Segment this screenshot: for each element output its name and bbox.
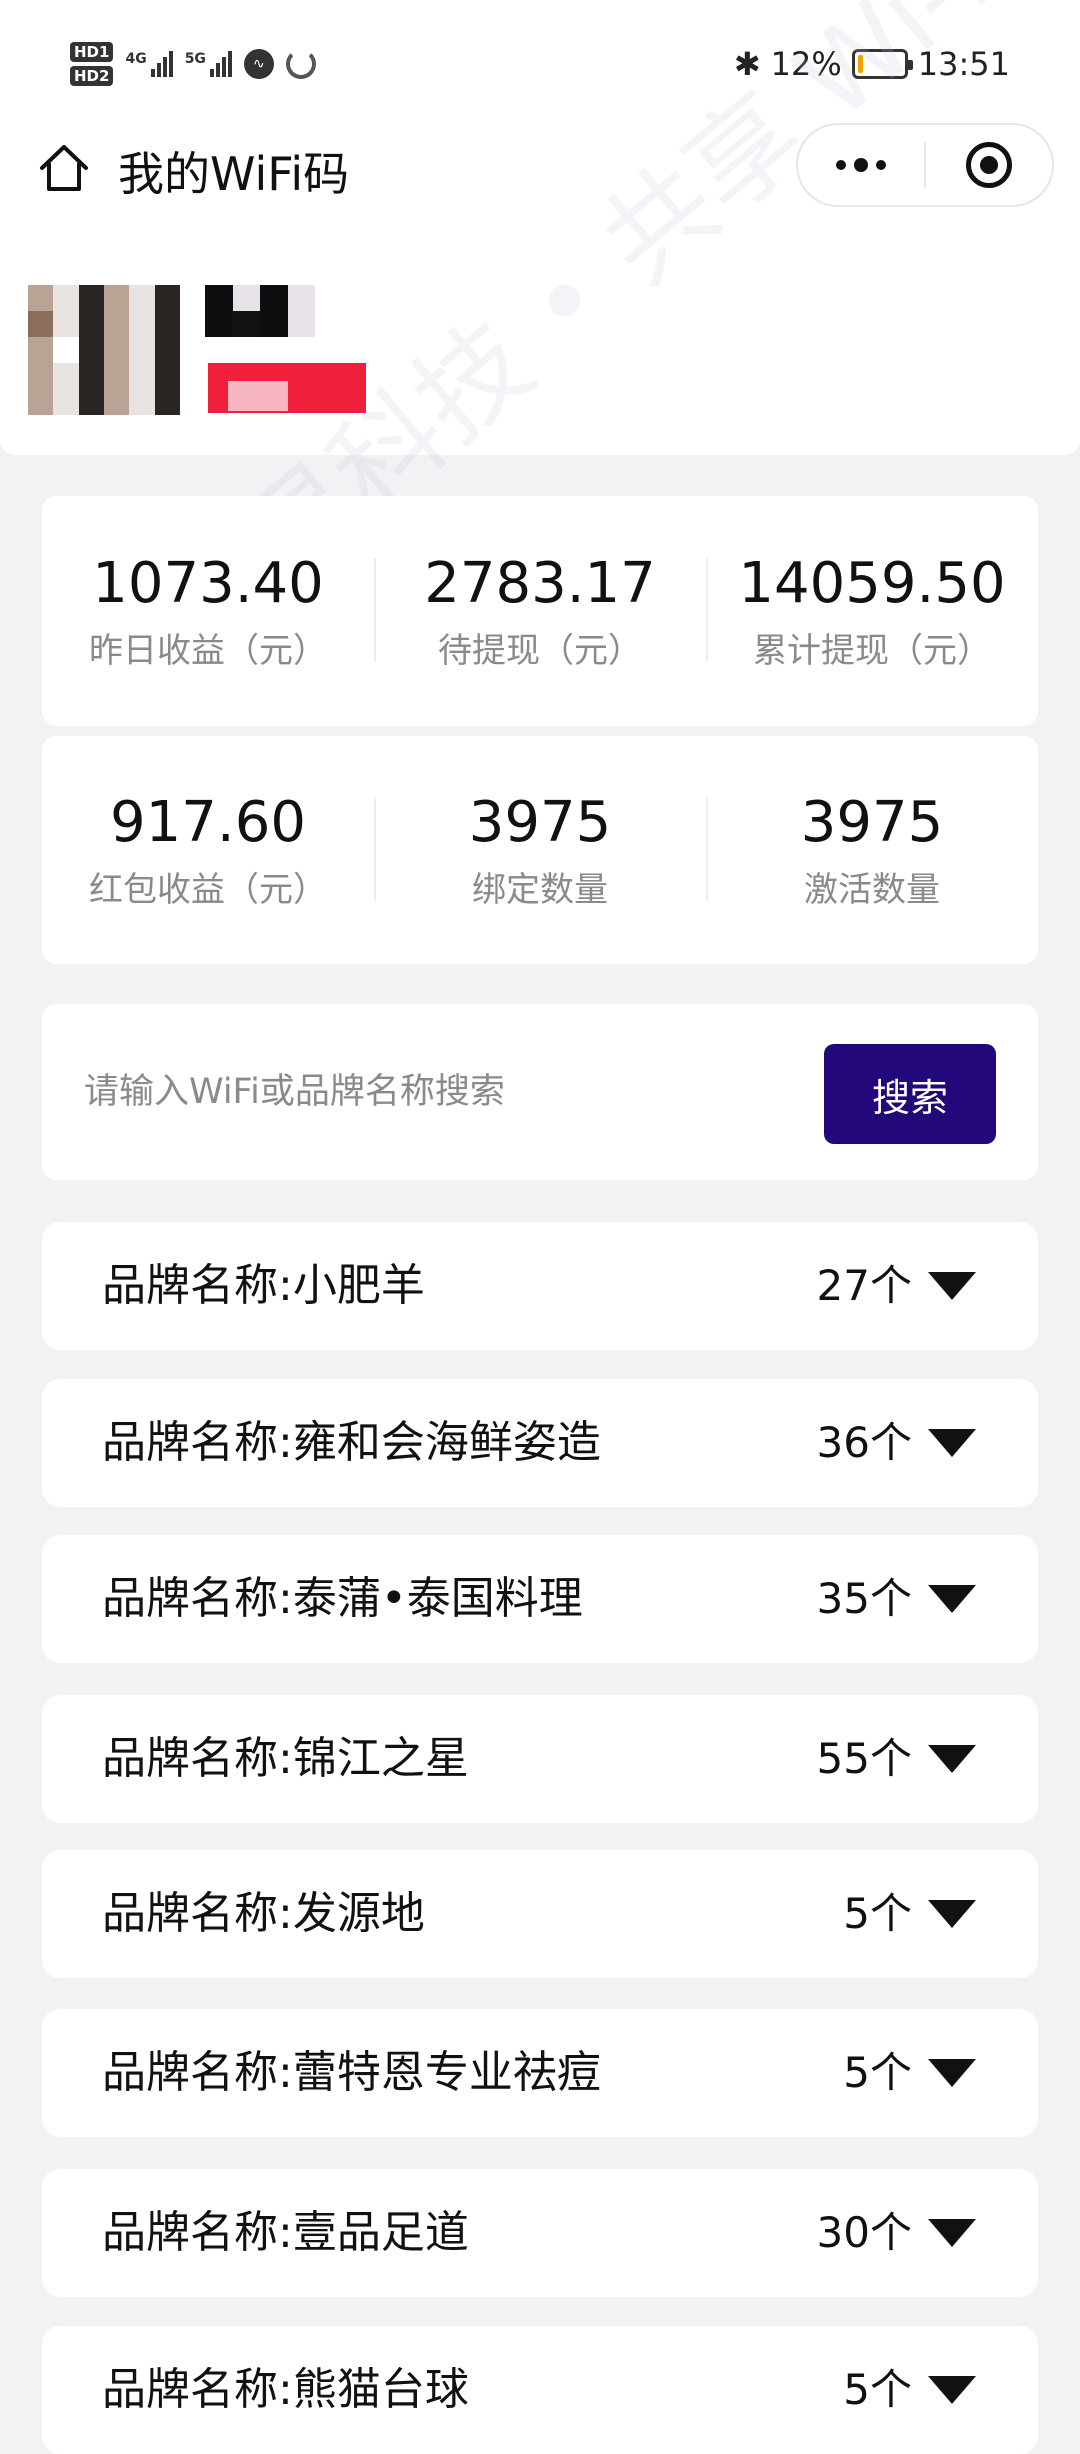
brand-count: 55个	[816, 1734, 912, 1783]
phone-redacted	[208, 363, 366, 413]
brand-name: 品牌名称:小肥羊	[102, 1260, 425, 1311]
status-right: ✱ 12% 13:51	[734, 42, 1010, 86]
battery-percent: 12%	[770, 45, 842, 83]
brand-list-item[interactable]: 品牌名称:小肥羊 27个	[42, 1222, 1038, 1350]
brand-name: 品牌名称:蕾特恩专业祛痘	[102, 2047, 601, 2098]
stat-label: 激活数量	[804, 869, 940, 910]
brand-list-item[interactable]: 品牌名称:发源地 5个	[42, 1850, 1038, 1978]
caret-down-icon[interactable]	[928, 1585, 976, 1613]
brand-count: 5个	[843, 2365, 912, 2414]
caret-down-icon[interactable]	[928, 2376, 976, 2404]
home-icon[interactable]	[36, 140, 92, 196]
hd1-badge: HD1	[70, 42, 114, 62]
loading-ring-icon	[285, 49, 316, 79]
stat-label: 昨日收益（元）	[89, 630, 327, 671]
more-button[interactable]	[798, 125, 924, 205]
target-circle-icon	[965, 142, 1012, 188]
brand-list-item[interactable]: 品牌名称:蕾特恩专业祛痘 5个	[42, 2009, 1038, 2137]
brand-list-item[interactable]: 品牌名称:雍和会海鲜姿造 36个	[42, 1379, 1038, 1507]
search-input[interactable]	[82, 1052, 802, 1132]
stat-value: 14059.50	[738, 550, 1006, 616]
brand-name: 品牌名称:锦江之星	[102, 1733, 469, 1784]
stat-yesterday-income: 1073.40 昨日收益（元）	[42, 546, 374, 676]
status-left-icons: HD1 HD2 4G 5G ∿	[70, 36, 316, 92]
stat-label: 待提现（元）	[438, 630, 642, 671]
brand-name: 品牌名称:发源地	[102, 1888, 425, 1939]
brand-list-item[interactable]: 品牌名称:壹品足道 30个	[42, 2169, 1038, 2297]
caret-down-icon[interactable]	[928, 2059, 976, 2087]
search-button[interactable]: 搜索	[824, 1044, 996, 1144]
brand-count: 5个	[843, 1889, 912, 1938]
signal-4g-icon: 4G	[125, 51, 173, 77]
stat-label: 红包收益（元）	[89, 869, 327, 910]
caret-down-icon[interactable]	[928, 1272, 976, 1300]
caret-down-icon[interactable]	[928, 1745, 976, 1773]
brand-list-item[interactable]: 品牌名称:熊猫台球 5个	[42, 2326, 1038, 2454]
stat-total-withdrawn: 14059.50 累计提现（元）	[706, 546, 1038, 676]
battery-icon	[851, 49, 913, 79]
counts-card: 917.60 红包收益（元） 3975 绑定数量 3975 激活数量	[42, 736, 1038, 964]
stat-pending-withdraw: 2783.17 待提现（元）	[374, 546, 706, 676]
battery-level	[857, 55, 864, 73]
brand-count: 35个	[816, 1574, 912, 1623]
stat-value: 3975	[800, 789, 944, 855]
brand-list-item[interactable]: 品牌名称:泰蒲•泰国料理 35个	[42, 1535, 1038, 1663]
avatar	[28, 285, 180, 415]
stat-value: 1073.40	[92, 550, 324, 616]
brand-count: 5个	[843, 2048, 912, 2097]
mini-program-capsule	[796, 123, 1054, 207]
brand-name: 品牌名称:壹品足道	[102, 2207, 469, 2258]
stat-activated-count: 3975 激活数量	[706, 785, 1038, 915]
user-header	[0, 230, 1080, 455]
caret-down-icon[interactable]	[928, 1900, 976, 1928]
caret-down-icon[interactable]	[928, 2219, 976, 2247]
nav-bar: 我的WiFi码	[0, 120, 1080, 230]
page-title: 我的WiFi码	[118, 147, 350, 201]
brand-name: 品牌名称:熊猫台球	[102, 2364, 469, 2415]
stat-value: 3975	[468, 789, 612, 855]
username-redacted	[205, 285, 315, 337]
clock: 13:51	[917, 45, 1010, 83]
brand-name: 品牌名称:雍和会海鲜姿造	[102, 1417, 601, 1468]
more-dots-icon	[836, 158, 886, 172]
brand-list-item[interactable]: 品牌名称:锦江之星 55个	[42, 1695, 1038, 1823]
status-bar: HD1 HD2 4G 5G ∿ ✱ 12% 13:51	[0, 0, 1080, 120]
brand-count: 27个	[816, 1261, 912, 1310]
brand-count: 30个	[816, 2208, 912, 2257]
stat-label: 绑定数量	[472, 869, 608, 910]
close-button[interactable]	[926, 125, 1052, 205]
stat-value: 2783.17	[424, 550, 656, 616]
hd2-badge: HD2	[70, 66, 114, 86]
stat-red-packet-income: 917.60 红包收益（元）	[42, 785, 374, 915]
search-bar: 搜索	[42, 1004, 1038, 1180]
audio-wave-icon: ∿	[243, 49, 274, 79]
stat-value: 917.60	[110, 789, 306, 855]
signal-5g-icon: 5G	[185, 51, 232, 77]
caret-down-icon[interactable]	[928, 1429, 976, 1457]
stat-bound-count: 3975 绑定数量	[374, 785, 706, 915]
earnings-card: 1073.40 昨日收益（元） 2783.17 待提现（元） 14059.50 …	[42, 496, 1038, 726]
hd-indicators: HD1 HD2	[70, 42, 114, 86]
stat-label: 累计提现（元）	[753, 630, 991, 671]
brand-count: 36个	[816, 1418, 912, 1467]
bluetooth-icon: ✱	[733, 45, 761, 83]
brand-name: 品牌名称:泰蒲•泰国料理	[102, 1573, 583, 1624]
